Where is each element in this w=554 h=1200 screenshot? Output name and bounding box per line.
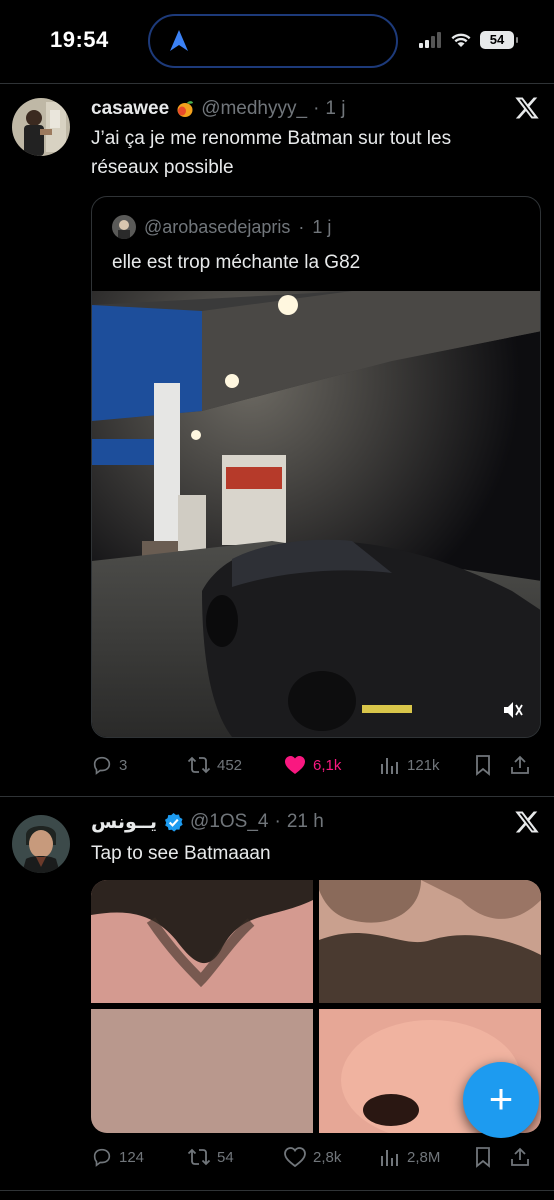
heart-icon: [284, 1147, 306, 1168]
tweet-time[interactable]: 21 h: [287, 811, 324, 833]
avatar[interactable]: [12, 815, 70, 873]
reply-icon: [93, 756, 111, 775]
views-count: 2,8M: [407, 1148, 441, 1166]
grid-image-1[interactable]: [91, 880, 313, 1003]
tweet-text: Tap to see Batmaaan: [91, 843, 271, 864]
tweet-casawee[interactable]: casawee @medhyyy_ · 1 j J’ai ça je me re…: [0, 84, 554, 796]
status-icons: 54: [418, 31, 518, 49]
reply-button[interactable]: 3: [91, 754, 127, 776]
author-name[interactable]: يــونس: [91, 811, 157, 834]
bookmark-icon[interactable]: [473, 1146, 493, 1168]
divider: [0, 1190, 554, 1191]
quote-header: @arobasedejapris · 1 j: [112, 215, 331, 239]
plus-icon: +: [488, 1075, 514, 1122]
author-handle[interactable]: @medhyyy_: [201, 98, 307, 120]
dynamic-island[interactable]: [148, 14, 398, 68]
reply-icon: [93, 1148, 111, 1167]
quote-text: elle est trop méchante la G82: [112, 252, 361, 273]
tweet-actions: 3 452 6,1k 121k: [91, 750, 542, 780]
retweet-icon: [187, 1148, 211, 1166]
tweet-body: يــونس @1OS_4 · 21 h Tap to see Batmaaan: [91, 809, 534, 868]
signal-icon: [419, 32, 441, 48]
quote-handle[interactable]: @arobasedejapris: [144, 217, 290, 238]
tweet-text-line: réseaux possible: [91, 157, 234, 178]
views-icon: [381, 758, 398, 774]
separator: ·: [313, 98, 320, 119]
tweet-time[interactable]: 1 j: [325, 98, 345, 120]
grid-image-3[interactable]: [91, 1009, 313, 1133]
compose-button[interactable]: +: [463, 1062, 539, 1138]
retweet-button[interactable]: 54: [187, 1146, 234, 1168]
quote-avatar: [112, 215, 136, 239]
tweet-text-line: J’ai ça je me renomme Batman sur tout le…: [91, 128, 452, 149]
reply-count: 3: [119, 756, 128, 774]
like-count: 2,8k: [313, 1148, 342, 1166]
tweet-header: casawee @medhyyy_ · 1 j: [91, 96, 534, 122]
grid-image-2[interactable]: [319, 880, 541, 1003]
separator: ·: [298, 216, 305, 237]
status-bar: 19:54 54: [0, 0, 554, 82]
retweet-icon: [187, 756, 211, 774]
retweet-count: 54: [217, 1148, 234, 1166]
wifi-icon: [451, 33, 471, 47]
quote-video[interactable]: [92, 291, 540, 737]
tweet-actions: 124 54 2,8k 2,8M: [91, 1142, 542, 1172]
share-icon[interactable]: [509, 1146, 531, 1168]
bookmark-icon[interactable]: [473, 754, 493, 776]
reply-button[interactable]: 124: [91, 1146, 144, 1168]
verified-badge-icon: [165, 812, 183, 832]
quote-time: 1 j: [312, 216, 332, 237]
like-count: 6,1k: [313, 756, 342, 774]
x-logo-icon[interactable]: [514, 95, 540, 121]
views-button[interactable]: 121k: [379, 754, 440, 776]
mango-emoji: [177, 101, 194, 117]
retweet-button[interactable]: 452: [187, 754, 242, 776]
views-count: 121k: [407, 756, 440, 774]
views-icon: [381, 1150, 398, 1166]
tweet-header: يــونس @1OS_4 · 21 h: [91, 809, 534, 835]
share-icon[interactable]: [509, 754, 531, 776]
retweet-count: 452: [217, 756, 243, 774]
tweet-body: casawee @medhyyy_ · 1 j J’ai ça je me re…: [91, 96, 534, 182]
separator: ·: [274, 811, 281, 832]
tweet-text: J’ai ça je me renomme Batman sur tout le…: [91, 124, 534, 182]
status-time: 19:54: [50, 27, 109, 52]
author-handle[interactable]: @1OS_4: [190, 811, 268, 833]
reply-count: 124: [119, 1148, 145, 1166]
author-name[interactable]: casawee: [91, 98, 169, 120]
like-button[interactable]: 2,8k: [283, 1146, 341, 1168]
battery-icon: 54: [480, 31, 518, 49]
quote-tweet[interactable]: @arobasedejapris · 1 j elle est trop méc…: [91, 196, 541, 738]
heart-filled-icon: [285, 756, 305, 774]
views-button[interactable]: 2,8M: [379, 1146, 440, 1168]
location-arrow-icon: [170, 30, 188, 51]
like-button[interactable]: 6,1k: [283, 754, 341, 776]
avatar[interactable]: [12, 98, 70, 156]
x-logo-icon[interactable]: [514, 809, 540, 835]
